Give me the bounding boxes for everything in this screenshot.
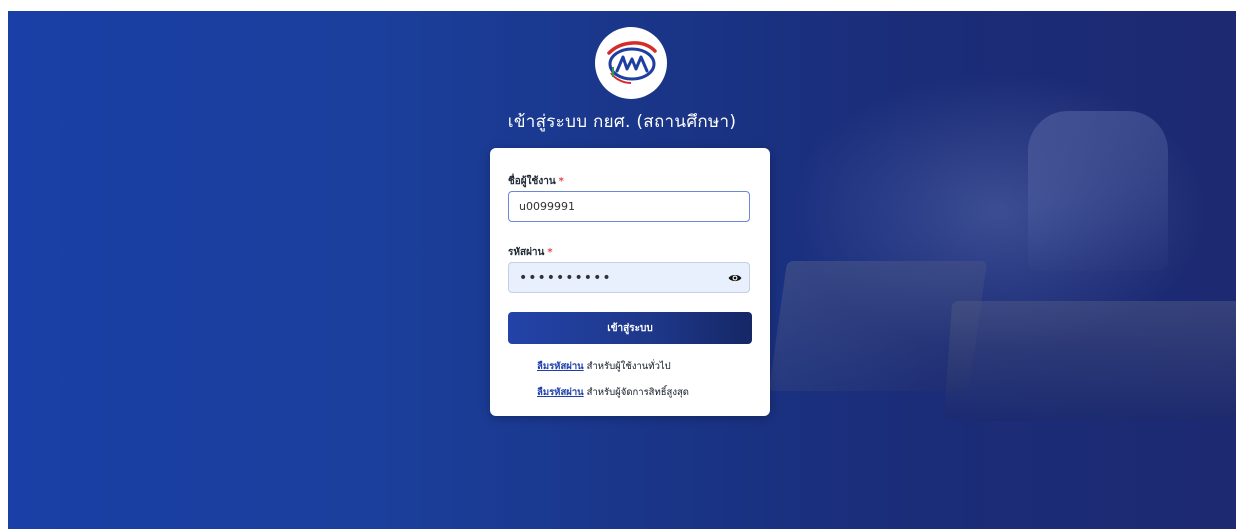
- login-page: เข้าสู่ระบบ กยศ. (สถานศึกษา) ชื่อผู้ใช้ง…: [8, 11, 1236, 529]
- login-button[interactable]: เข้าสู่ระบบ: [508, 312, 752, 344]
- password-label: รหัสผ่าน *: [508, 247, 553, 258]
- required-mark: *: [547, 247, 553, 258]
- forgot-password-admin: ลืมรหัสผ่าน สำหรับผู้จัดการสิทธิ์สูงสุด: [537, 387, 689, 398]
- forgot-password-link[interactable]: ลืมรหัสผ่าน: [537, 387, 584, 398]
- password-input[interactable]: [508, 262, 750, 293]
- logo-icon: [607, 41, 657, 84]
- eye-icon[interactable]: [728, 271, 742, 285]
- username-label: ชื่อผู้ใช้งาน *: [508, 176, 564, 187]
- gsl-fund-logo: [595, 27, 667, 99]
- forgot-password-link[interactable]: ลืมรหัสผ่าน: [537, 361, 584, 372]
- forgot-password-general: ลืมรหัสผ่าน สำหรับผู้ใช้งานทั่วไป: [537, 361, 671, 372]
- username-input[interactable]: [508, 191, 750, 222]
- login-card: ชื่อผู้ใช้งาน* รหัสผ่าน* เข้าสู่ระบบ ลืม…: [490, 148, 770, 416]
- required-mark: *: [558, 176, 564, 187]
- page-title: เข้าสู่ระบบ กยศ. (สถานศึกษา): [507, 112, 737, 132]
